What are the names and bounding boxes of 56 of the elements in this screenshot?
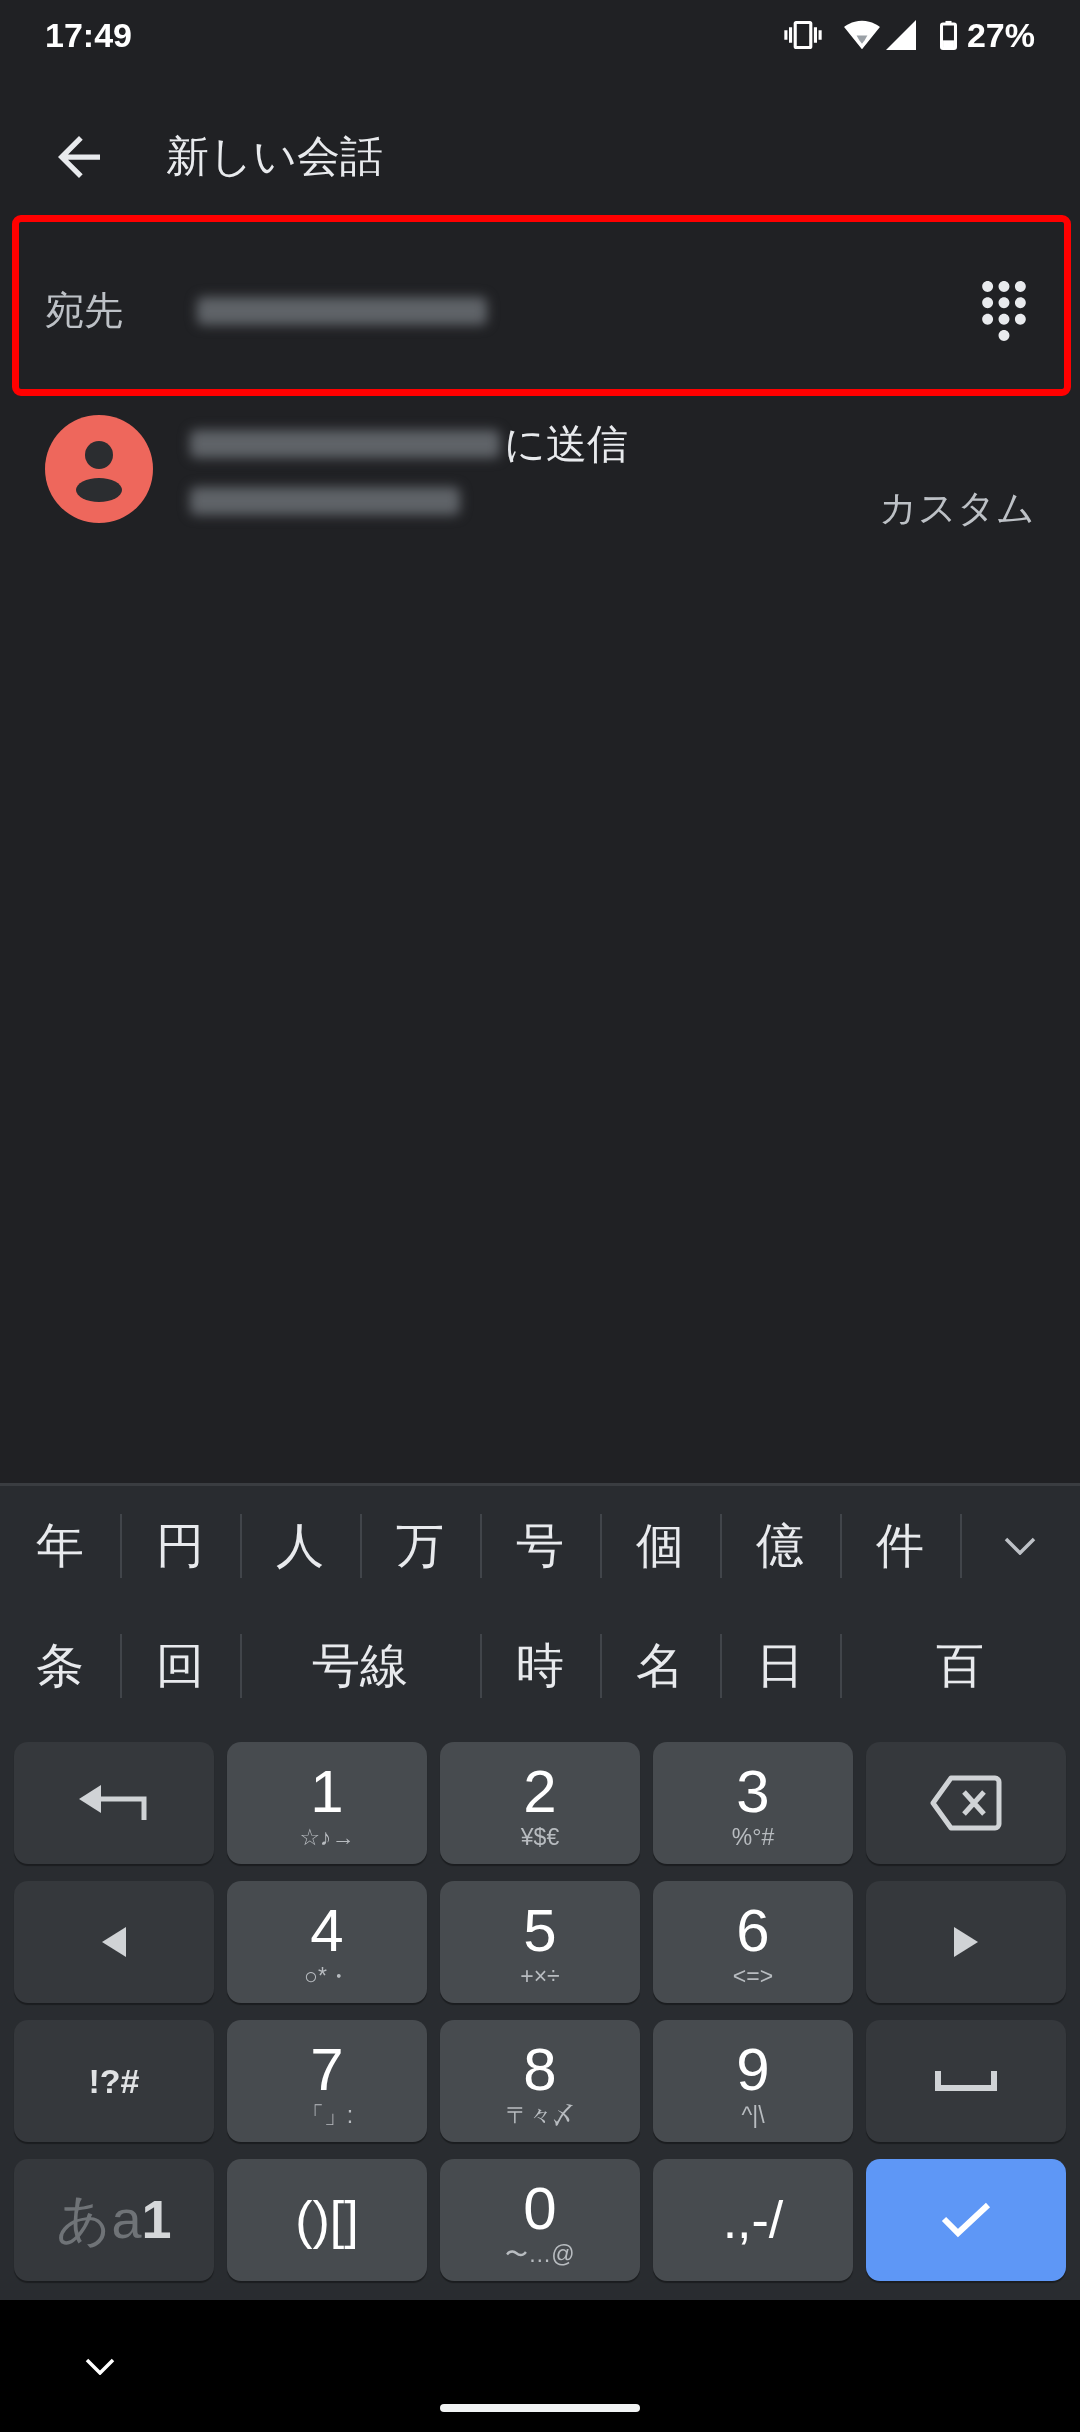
right-triangle-icon <box>954 1927 978 1957</box>
number-type-label: カスタム <box>879 485 1035 531</box>
mode-option: あ <box>56 2183 112 2257</box>
dialpad-icon[interactable] <box>982 280 1026 341</box>
battery-percent: 27% <box>966 15 1035 55</box>
candidate-word[interactable]: 個 <box>600 1486 720 1606</box>
backspace-icon <box>930 1775 1002 1831</box>
symbol-key[interactable]: !?# <box>14 2020 214 2142</box>
candidate-word[interactable]: 億 <box>720 1486 840 1606</box>
check-icon <box>941 2202 991 2238</box>
digit-key[interactable]: 7 「」: <box>227 2020 427 2142</box>
input-mode-key[interactable]: あa1 <box>14 2159 214 2281</box>
avatar-icon <box>45 414 153 523</box>
candidate-word[interactable]: 件 <box>840 1486 960 1606</box>
candidate-word[interactable]: 年 <box>0 1486 120 1606</box>
send-to-label: に送信 <box>504 419 628 469</box>
signal-icon <box>885 20 916 50</box>
back-arrow-icon[interactable] <box>58 135 100 178</box>
backspace-key[interactable] <box>866 1742 1066 1864</box>
candidate-word[interactable]: 時 <box>480 1606 600 1726</box>
left-triangle-icon <box>102 1927 126 1957</box>
digit-key[interactable]: 6 <=> <box>653 1881 853 2003</box>
candidate-word[interactable]: 人 <box>240 1486 360 1606</box>
candidate-word[interactable]: 日 <box>720 1606 840 1726</box>
candidate-word[interactable]: 円 <box>120 1486 240 1606</box>
home-handle[interactable] <box>440 2404 640 2412</box>
candidate-word[interactable]: 号線 <box>240 1606 480 1726</box>
symbol-key[interactable]: .,-/ <box>653 2159 853 2281</box>
status-time: 17:49 <box>45 15 132 55</box>
mode-option: 1 <box>141 2187 172 2250</box>
space-key[interactable] <box>866 2020 1066 2142</box>
symbol-key[interactable]: ()[] <box>227 2159 427 2281</box>
digit-key[interactable]: 5 +×÷ <box>440 1881 640 2003</box>
digit-key[interactable]: 1 ☆♪→ <box>227 1742 427 1864</box>
candidate-word[interactable]: 回 <box>120 1606 240 1726</box>
candidate-word[interactable]: 百 <box>840 1606 1080 1726</box>
screen-title: 新しい会話 <box>166 130 383 182</box>
digit-key[interactable]: 2 ¥$€ <box>440 1742 640 1864</box>
digit-key[interactable]: 8 〒々〆 <box>440 2020 640 2142</box>
recipient-label: 宛先 <box>45 287 124 334</box>
candidate-word[interactable]: 条 <box>0 1606 120 1726</box>
candidate-word[interactable]: 号 <box>480 1486 600 1606</box>
mode-option: a <box>111 2187 142 2250</box>
undo-arrow-icon <box>79 1785 149 1821</box>
digit-key[interactable]: 9 ^|\ <box>653 2020 853 2142</box>
battery-icon <box>939 19 957 51</box>
wifi-icon <box>843 20 880 50</box>
candidate-word[interactable]: 万 <box>360 1486 480 1606</box>
vibrate-icon <box>783 21 822 49</box>
candidate-word[interactable]: 名 <box>600 1606 720 1726</box>
digit-key[interactable]: 4 ○*・ <box>227 1881 427 2003</box>
chevron-down-icon[interactable] <box>1004 1537 1036 1555</box>
space-icon <box>935 2071 997 2091</box>
digit-key[interactable]: 0 〜…@ <box>440 2159 640 2281</box>
undo-key[interactable] <box>14 1742 214 1864</box>
digit-key[interactable]: 3 %°# <box>653 1742 853 1864</box>
